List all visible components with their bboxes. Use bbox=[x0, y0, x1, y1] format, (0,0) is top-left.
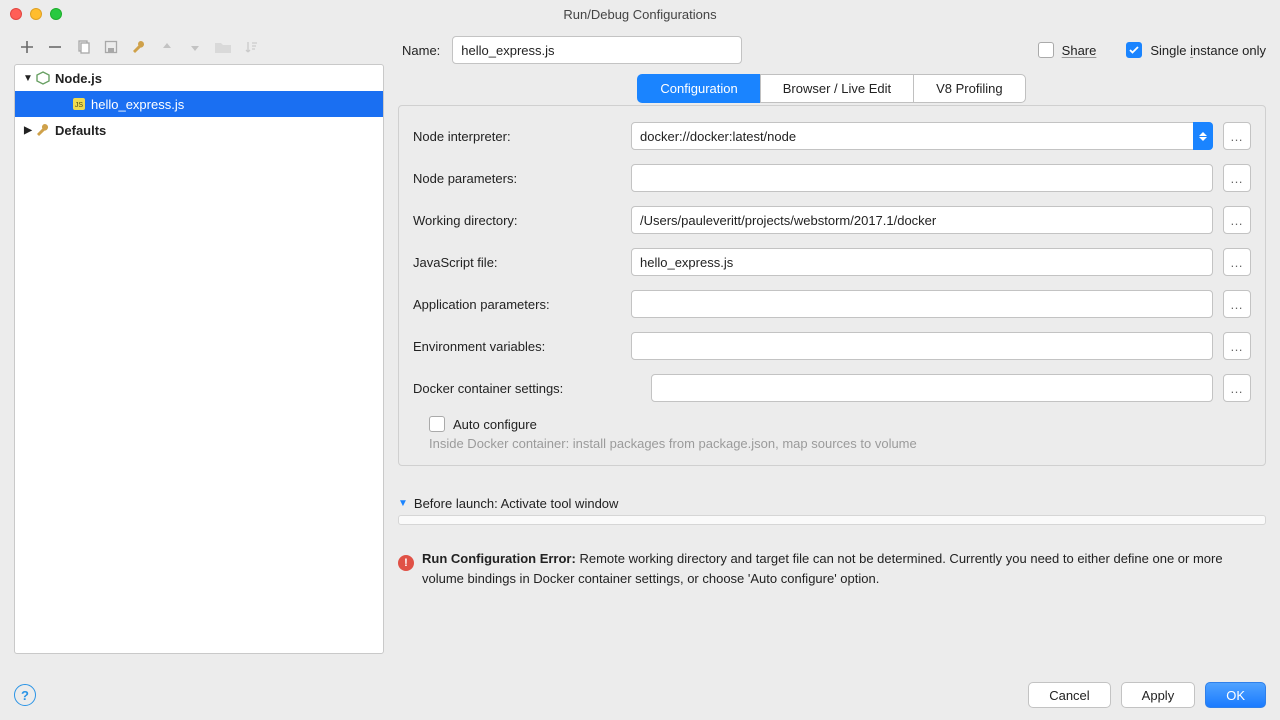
sort-icon[interactable] bbox=[242, 38, 260, 56]
apply-button[interactable]: Apply bbox=[1121, 682, 1196, 708]
browse-button[interactable]: … bbox=[1223, 206, 1251, 234]
docker-hint: Inside Docker container: install package… bbox=[413, 436, 1251, 451]
browse-button[interactable]: … bbox=[1223, 122, 1251, 150]
move-down-icon[interactable] bbox=[186, 38, 204, 56]
share-label: Share bbox=[1062, 43, 1097, 58]
node-interpreter-value[interactable] bbox=[631, 122, 1213, 150]
config-tree[interactable]: ▼ Node.js JS hello_express.js ▶ Defaults bbox=[14, 64, 384, 654]
node-parameters-input[interactable] bbox=[631, 164, 1213, 192]
docker-settings-input[interactable] bbox=[651, 374, 1213, 402]
before-launch-label: Before launch: Activate tool window bbox=[414, 496, 619, 511]
move-up-icon[interactable] bbox=[158, 38, 176, 56]
error-title: Run Configuration Error: bbox=[422, 551, 576, 566]
wrench-icon[interactable] bbox=[130, 38, 148, 56]
before-launch-section[interactable]: ▼ Before launch: Activate tool window bbox=[398, 496, 1266, 511]
add-icon[interactable] bbox=[18, 38, 36, 56]
tree-item-label: hello_express.js bbox=[91, 97, 184, 112]
disclosure-right-icon[interactable]: ▶ bbox=[23, 125, 33, 136]
environment-variables-label: Environment variables: bbox=[413, 339, 621, 354]
tree-group-defaults[interactable]: ▶ Defaults bbox=[15, 117, 383, 143]
node-parameters-label: Node parameters: bbox=[413, 171, 621, 186]
tree-group-nodejs[interactable]: ▼ Node.js bbox=[15, 65, 383, 91]
folder-icon[interactable] bbox=[214, 38, 232, 56]
wrench-icon bbox=[35, 122, 51, 138]
dropdown-caret-icon[interactable] bbox=[1193, 122, 1213, 150]
zoom-icon[interactable] bbox=[50, 8, 62, 20]
javascript-file-input[interactable] bbox=[631, 248, 1213, 276]
cancel-button[interactable]: Cancel bbox=[1028, 682, 1110, 708]
remove-icon[interactable] bbox=[46, 38, 64, 56]
share-checkbox[interactable]: Share bbox=[1038, 42, 1097, 58]
window-title: Run/Debug Configurations bbox=[563, 7, 716, 22]
auto-configure-label: Auto configure bbox=[453, 417, 537, 432]
titlebar: Run/Debug Configurations bbox=[0, 0, 1280, 28]
javascript-file-label: JavaScript file: bbox=[413, 255, 621, 270]
error-icon: ! bbox=[398, 555, 414, 571]
before-launch-list[interactable] bbox=[398, 515, 1266, 525]
nodejs-icon bbox=[35, 70, 51, 86]
save-icon[interactable] bbox=[102, 38, 120, 56]
checkbox-icon[interactable] bbox=[1038, 42, 1054, 58]
browse-button[interactable]: … bbox=[1223, 332, 1251, 360]
environment-variables-input[interactable] bbox=[631, 332, 1213, 360]
name-input[interactable] bbox=[452, 36, 742, 64]
config-toolbar bbox=[14, 32, 384, 64]
svg-text:JS: JS bbox=[75, 102, 84, 109]
tree-item-hello-express[interactable]: JS hello_express.js bbox=[15, 91, 383, 117]
single-instance-checkbox[interactable]: Single instance only bbox=[1126, 42, 1266, 58]
working-directory-label: Working directory: bbox=[413, 213, 621, 228]
working-directory-input[interactable] bbox=[631, 206, 1213, 234]
browse-button[interactable]: … bbox=[1223, 290, 1251, 318]
single-instance-label: Single instance only bbox=[1150, 43, 1266, 58]
js-file-icon: JS bbox=[71, 96, 87, 112]
tab-browser-live-edit[interactable]: Browser / Live Edit bbox=[760, 74, 914, 103]
docker-settings-label: Docker container settings: bbox=[413, 381, 641, 396]
config-panel: Node interpreter: … Node parameters: … bbox=[398, 105, 1266, 466]
auto-configure-checkbox[interactable]: Auto configure bbox=[413, 416, 1251, 432]
name-label: Name: bbox=[402, 43, 440, 58]
disclosure-down-icon[interactable]: ▼ bbox=[398, 498, 408, 509]
tab-configuration[interactable]: Configuration bbox=[637, 74, 760, 103]
ok-button[interactable]: OK bbox=[1205, 682, 1266, 708]
application-parameters-input[interactable] bbox=[631, 290, 1213, 318]
node-interpreter-label: Node interpreter: bbox=[413, 129, 621, 144]
node-interpreter-select[interactable] bbox=[631, 122, 1213, 150]
help-button[interactable]: ? bbox=[14, 684, 36, 706]
tabs: Configuration Browser / Live Edit V8 Pro… bbox=[398, 74, 1266, 103]
checkbox-icon[interactable] bbox=[1126, 42, 1142, 58]
browse-button[interactable]: … bbox=[1223, 248, 1251, 276]
tab-v8-profiling[interactable]: V8 Profiling bbox=[913, 74, 1025, 103]
checkbox-icon[interactable] bbox=[429, 416, 445, 432]
browse-button[interactable]: … bbox=[1223, 164, 1251, 192]
tree-group-label: Node.js bbox=[55, 71, 102, 86]
error-message: ! Run Configuration Error: Remote workin… bbox=[398, 549, 1266, 588]
window-controls bbox=[10, 8, 62, 20]
copy-icon[interactable] bbox=[74, 38, 92, 56]
disclosure-down-icon[interactable]: ▼ bbox=[23, 73, 33, 84]
tree-group-label: Defaults bbox=[55, 123, 106, 138]
close-icon[interactable] bbox=[10, 8, 22, 20]
browse-button[interactable]: … bbox=[1223, 374, 1251, 402]
minimize-icon[interactable] bbox=[30, 8, 42, 20]
application-parameters-label: Application parameters: bbox=[413, 297, 621, 312]
